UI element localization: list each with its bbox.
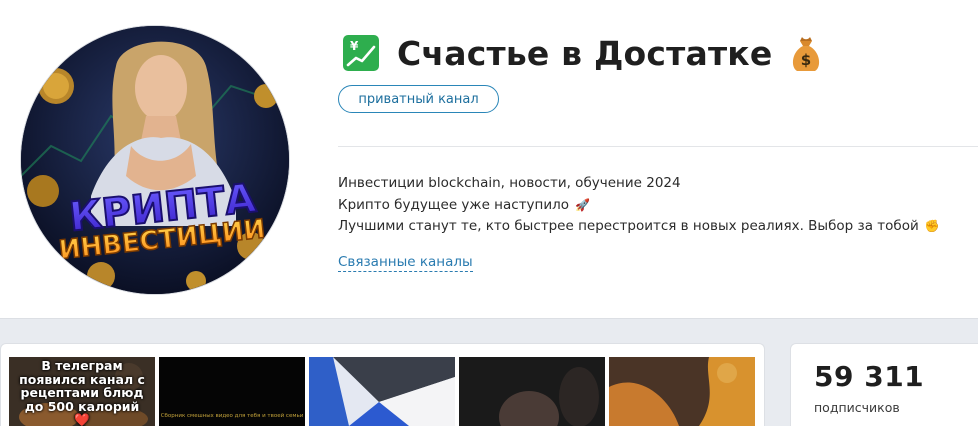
media-thumbnail[interactable]: [609, 357, 755, 426]
channel-avatar[interactable]: КРИПТА ИНВЕСТИЦИИ: [20, 25, 290, 295]
channel-title-row: ¥ Счастье в Достатке $: [343, 31, 824, 75]
svg-text:¥: ¥: [350, 39, 359, 53]
private-channel-badge: приватный канал: [338, 85, 499, 113]
subscribers-label: подписчиков: [814, 400, 900, 415]
channel-title: Счастье в Достатке: [397, 33, 773, 73]
description-text: Инвестиции blockchain, новости, обучение…: [338, 175, 681, 191]
raised-fist-icon: ✊: [924, 219, 940, 233]
subscribers-count: 59 311: [814, 360, 925, 393]
media-thumbnail[interactable]: [459, 357, 605, 426]
money-bag-icon: $: [788, 33, 824, 73]
svg-text:$: $: [801, 51, 811, 69]
channel-description: Инвестиции blockchain, новости, обучение…: [338, 173, 940, 238]
description-line: Лучшими станут те, кто быстрее перестрои…: [338, 216, 940, 238]
header-divider: [338, 146, 978, 147]
description-line: Крипто будущее уже наступило 🚀: [338, 195, 940, 217]
description-text: Крипто будущее уже наступило: [338, 196, 570, 213]
rocket-icon: 🚀: [575, 197, 590, 212]
channel-header: КРИПТА ИНВЕСТИЦИИ ¥ Счастье в Достатке $…: [0, 0, 978, 318]
media-thumbnail[interactable]: Сборник смешных видео для тебя и твоей с…: [159, 357, 305, 426]
thumbnail-caption: Сборник смешных видео для тебя и твоей с…: [160, 413, 304, 419]
description-text: Лучшими станут те, кто быстрее перестрои…: [338, 218, 919, 234]
avatar-image: КРИПТА ИНВЕСТИЦИИ: [21, 26, 289, 294]
media-thumbnail[interactable]: [309, 357, 455, 426]
chart-with-yen-icon: ¥: [343, 35, 379, 71]
thumbnail-caption: В телеграм появился канал с рецептами бл…: [19, 358, 145, 426]
description-line: Инвестиции blockchain, новости, обучение…: [338, 173, 940, 195]
media-thumbnail[interactable]: В телеграм появился канал с рецептами бл…: [9, 357, 155, 426]
related-channels-link[interactable]: Связанные каналы: [338, 254, 473, 272]
